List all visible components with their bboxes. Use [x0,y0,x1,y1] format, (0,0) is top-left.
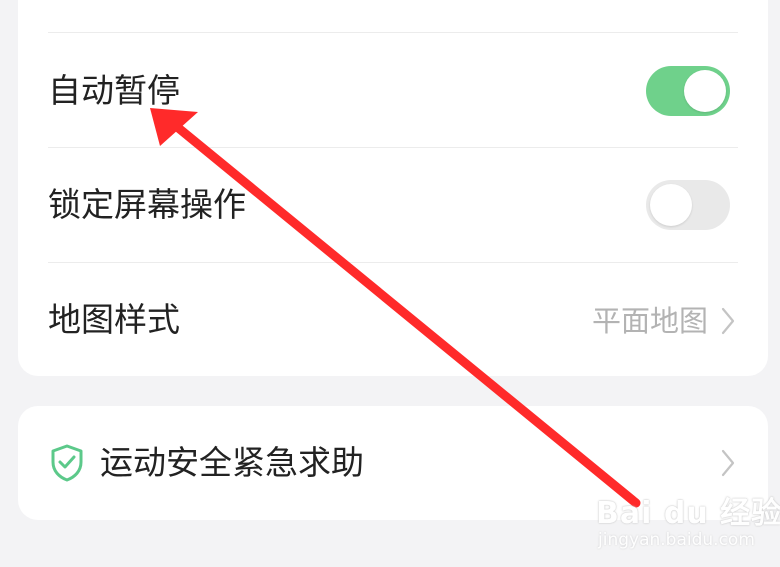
divider [48,147,738,148]
lock-screen-toggle[interactable] [646,180,730,230]
map-style-value: 平面地图 [591,304,708,338]
map-style-label: 地图样式 [48,300,180,339]
lock-screen-label: 锁定屏幕操作 [48,185,246,224]
toggle-knob [684,70,726,112]
auto-pause-label: 自动暂停 [48,71,180,110]
divider [48,262,738,263]
divider [48,32,738,33]
safety-label: 运动安全紧急求助 [100,443,364,482]
chevron-right-icon [721,449,735,477]
watermark-main: Bai du 经验 [596,496,780,531]
watermark-sub: jingyan.baidu.com [598,530,755,550]
shield-check-icon [51,444,83,482]
toggle-knob [650,184,692,226]
chevron-right-icon [721,307,735,335]
baidu-watermark: Bai du 经验 jingyan.baidu.com [596,484,780,560]
settings-card: 自动暂停 锁定屏幕操作 地图样式 平面地图 [18,0,768,376]
auto-pause-toggle[interactable] [646,66,730,116]
